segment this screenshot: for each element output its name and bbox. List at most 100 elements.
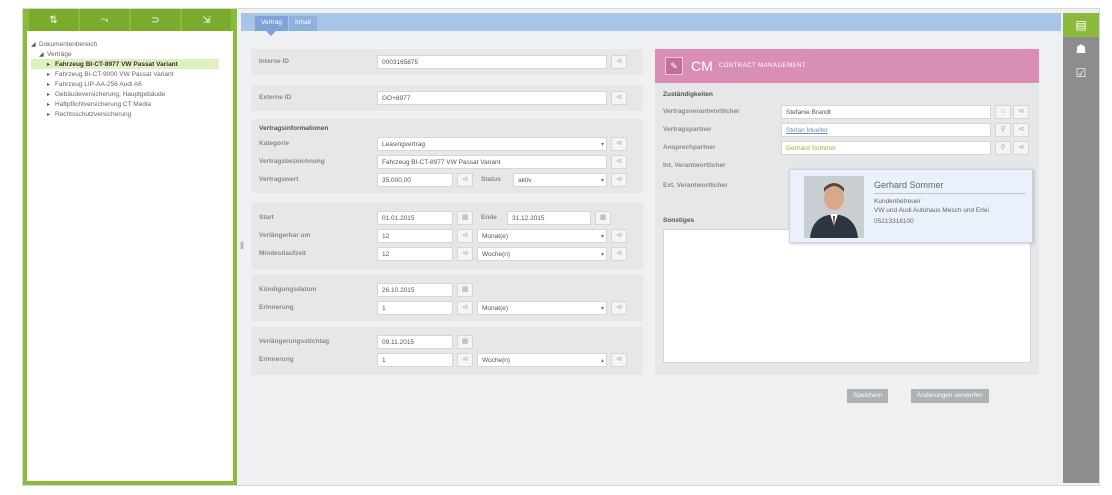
user-icon[interactable]: ☗ (1063, 37, 1099, 61)
tree-node-vertraege[interactable]: ◢ Verträge (31, 49, 229, 59)
tree-expand-icon[interactable]: ⇅ (29, 9, 78, 31)
erinnerung2-field[interactable]: 1 (377, 353, 453, 367)
expand-arrow-icon[interactable]: ▸ (47, 71, 55, 78)
lookup-icon[interactable]: ⊲ (457, 173, 473, 187)
search-icon[interactable]: ⚲ (995, 141, 1011, 155)
kuendigung-date-field[interactable]: 26.10.2015 (377, 283, 453, 297)
dropdown-caret-icon[interactable]: ▾ (601, 141, 604, 148)
contact-role: Kundenbetreuer (874, 198, 921, 205)
cm-title: CM (691, 58, 713, 74)
dropdown-caret-icon[interactable]: ▴ (601, 357, 604, 364)
ansprechpartner-link[interactable]: Gerhard Sommer (781, 141, 991, 155)
lookup-icon[interactable]: ⊲ (611, 55, 627, 69)
tab-vertrag[interactable]: Vertrag (255, 16, 288, 36)
lookup-icon[interactable]: ⊲ (611, 137, 627, 151)
wert-field[interactable]: 35.000,00 (377, 173, 453, 187)
sonstiges-title: Sonstiges (663, 217, 695, 224)
erinnerung-unit-select[interactable]: Monat(e) ▾ (477, 301, 607, 315)
interne-id-field[interactable]: 0003165875 (377, 55, 607, 69)
home-icon[interactable]: ⌂ (995, 105, 1011, 119)
calendar-icon[interactable]: ▦ (457, 283, 473, 297)
document-icon[interactable]: ▤ (1063, 13, 1099, 37)
tree-add-icon[interactable]: ⤳ (80, 9, 129, 31)
tree-toolbar: ⇅ ⤳ ⊃ ⇲ (27, 9, 233, 31)
mindestlaufzeit-row: Mindestlaufzeit 12 ⊲ Woche(n) ▾ ⊲ (259, 247, 635, 261)
verlaengerbar-field[interactable]: 12 (377, 229, 453, 243)
tree-item-contract[interactable]: ▸ Haftpflichtversicherung CT Media (31, 99, 229, 109)
dropdown-caret-icon[interactable]: ▾ (601, 305, 604, 312)
tree-item-contract[interactable]: ▸ Fahrzeug BI-CT-8977 VW Passat Variant (31, 59, 219, 69)
contact-phone[interactable]: 05213318100 (874, 218, 914, 225)
dropdown-caret-icon[interactable]: ▾ (601, 177, 604, 184)
contract-info-title: Vertragsinformationen (259, 125, 329, 132)
lookup-icon[interactable]: ⊲ (611, 353, 627, 367)
erinnerung2-row: Erinnerung 1 ⊲ Woche(n) ▴ ⊲ (259, 353, 635, 367)
kategorie-select[interactable]: Leasingvertrag ▾ (377, 137, 607, 151)
expand-arrow-icon[interactable]: ▸ (47, 111, 55, 118)
tree-item-contract[interactable]: ▸ Gebäudeversicherung, Hauptgebäude (31, 89, 229, 99)
expand-arrow-icon[interactable]: ▸ (47, 91, 55, 98)
sonstiges-textarea[interactable] (663, 229, 1031, 363)
lookup-icon[interactable]: ⊲ (1013, 105, 1029, 119)
externe-id-field[interactable]: GO+8977 (377, 91, 607, 105)
tab-inhalt[interactable]: Inhalt (289, 16, 317, 31)
vertragspartner-link[interactable]: Stefan Mueller (781, 123, 991, 137)
lookup-icon[interactable]: ⊲ (611, 173, 627, 187)
mindestlaufzeit-unit-select[interactable]: Woche(n) ▾ (477, 247, 607, 261)
status-select[interactable]: aktiv ▾ (513, 173, 607, 187)
tree-collapse-icon[interactable]: ⇲ (182, 9, 231, 31)
calendar-icon[interactable]: ▦ (457, 211, 473, 225)
expand-arrow-icon[interactable]: ▸ (47, 101, 55, 108)
lookup-icon[interactable]: ⊲ (1013, 123, 1029, 137)
tab-bar: Vertrag Inhalt (241, 13, 1061, 36)
tree-node-root[interactable]: ◢ Dokumentenbereich (31, 39, 229, 49)
lookup-icon[interactable]: ⊲ (611, 229, 627, 243)
save-button[interactable]: Speichern (847, 389, 889, 403)
discard-changes-button[interactable]: Änderungen verwerfen (911, 389, 989, 403)
verantwortlicher-field[interactable]: Stefanie Brandt (781, 105, 991, 119)
start-date-field[interactable]: 01.01.2015 (377, 211, 453, 225)
stichtag-date-field[interactable]: 09.11.2015 (377, 335, 453, 349)
erinnerung2-unit-select[interactable]: Woche(n) ▴ (477, 353, 607, 367)
end-date-field[interactable]: 31.12.2015 (507, 211, 591, 225)
calendar-icon[interactable]: ▦ (595, 211, 611, 225)
expand-arrow-icon[interactable]: ▸ (47, 81, 55, 88)
contact-divider (874, 193, 1026, 194)
tree-link-icon[interactable]: ⊃ (131, 9, 180, 31)
ansprechpartner-row: Ansprechpartner Gerhard Sommer ⚲ ⊲ (663, 141, 1031, 155)
collapse-arrow-icon[interactable]: ◢ (31, 41, 39, 48)
bezeichnung-row: Vertragsbezeichnung Fahrzeug BI-CT-8977 … (259, 155, 635, 169)
dropdown-caret-icon[interactable]: ▾ (601, 233, 604, 240)
cm-logo-icon: ✎ (665, 57, 683, 75)
calendar-icon[interactable]: ▦ (457, 335, 473, 349)
collapse-arrow-icon[interactable]: ◢ (39, 51, 47, 58)
app-window: ⇅ ⤳ ⊃ ⇲ ◢ Dokumentenbereich ◢ Verträge ▸ Fa… (22, 8, 1100, 486)
lookup-icon[interactable]: ⊲ (611, 247, 627, 261)
cm-subtitle: CONTRACT MANAGEMENT (718, 63, 807, 69)
erinnerung-field[interactable]: 1 (377, 301, 453, 315)
lookup-icon[interactable]: ⊲ (457, 247, 473, 261)
tree-item-contract[interactable]: ▸ Fahrzeug LIP-AA-256 Audi A6 (31, 79, 229, 89)
search-icon[interactable]: ⚲ (995, 123, 1011, 137)
lookup-icon[interactable]: ⊲ (1013, 141, 1029, 155)
term-section: Start 01.01.2015 ▦ Ende 31.12.2015 ▦ Ver… (251, 203, 643, 269)
lookup-icon[interactable]: ⊲ (457, 353, 473, 367)
cm-header: ✎ CM CONTRACT MANAGEMENT (655, 49, 1039, 83)
lookup-icon[interactable]: ⊲ (457, 229, 473, 243)
lookup-icon[interactable]: ⊲ (457, 301, 473, 315)
checklist-icon[interactable]: ☑ (1063, 61, 1099, 85)
mindestlaufzeit-field[interactable]: 12 (377, 247, 453, 261)
erinnerung2-label: Erinnerung (259, 356, 294, 363)
lookup-icon[interactable]: ⊲ (611, 301, 627, 315)
expand-arrow-icon[interactable]: ▸ (47, 61, 55, 68)
contact-company: VW und Audi Autohaus Mesch und Erlei (874, 207, 989, 214)
dropdown-caret-icon[interactable]: ▾ (601, 251, 604, 258)
tree-item-contract[interactable]: ▸ Rechtsschutzversicherung (31, 109, 229, 119)
bezeichnung-field[interactable]: Fahrzeug BI-CT-8977 VW Passat Variant (377, 155, 607, 169)
renewal-section: Verlängerungsstichtag 09.11.2015 ▦ Erinn… (251, 327, 643, 375)
tree-item-contract[interactable]: ▸ Fahrzeug BI-CT-9000 VW Passat Variant (31, 69, 229, 79)
lookup-icon[interactable]: ⊲ (611, 91, 627, 105)
verlaengerbar-unit-select[interactable]: Monat(e) ▾ (477, 229, 607, 243)
lookup-icon[interactable]: ⊲ (611, 155, 627, 169)
panel-splitter[interactable]: ‖ (239, 239, 245, 255)
